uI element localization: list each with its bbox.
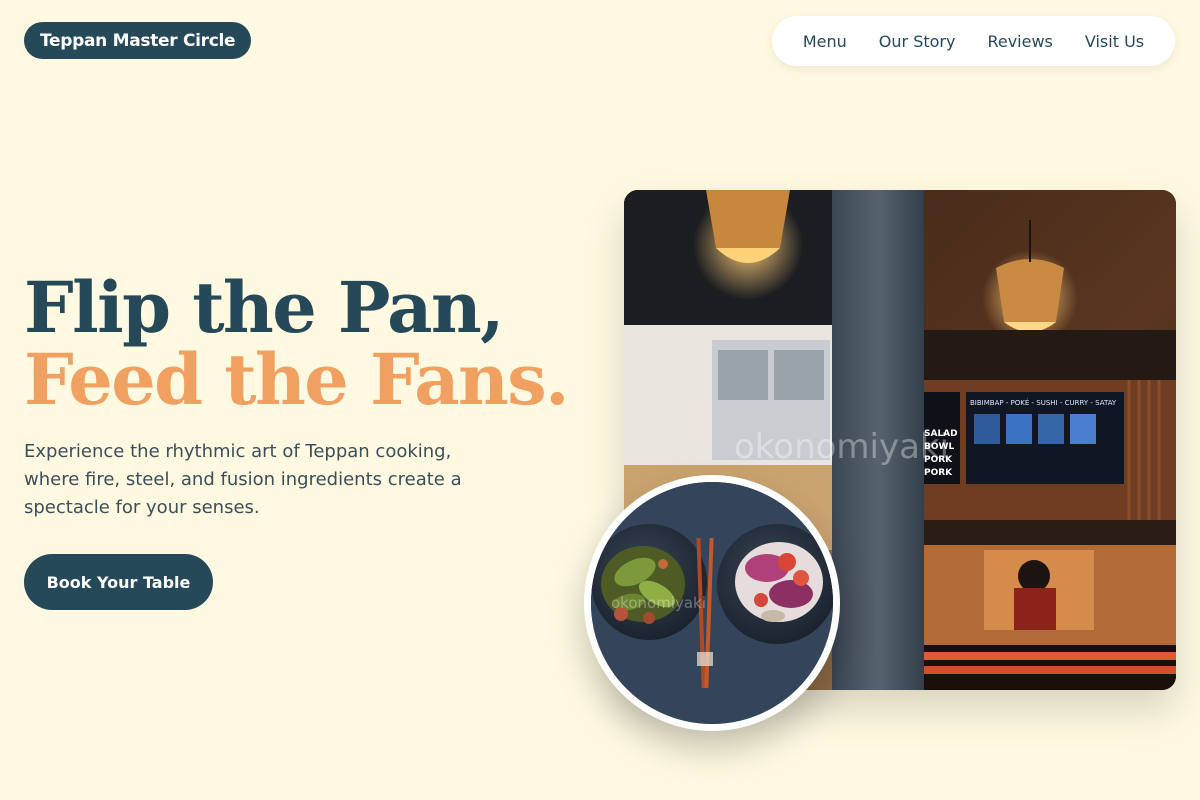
- nav-link-visit-us[interactable]: Visit Us: [1085, 32, 1144, 51]
- book-table-button[interactable]: Book Your Table: [24, 554, 213, 610]
- main-image-watermark: okonomiyaki: [734, 427, 949, 467]
- main-nav: Menu Our Story Reviews Visit Us: [772, 16, 1175, 66]
- round-image-watermark: okonomiyaki: [611, 594, 706, 612]
- brand-logo[interactable]: Teppan Master Circle: [24, 22, 252, 59]
- hero-headline: Flip the Pan, Feed the Fans.: [24, 266, 569, 421]
- nav-link-menu[interactable]: Menu: [803, 32, 847, 51]
- dishes-image: okonomiyaki: [584, 475, 840, 731]
- menu-board-item-pork-2: PORK: [924, 468, 953, 478]
- hero-headline-line1: Flip the Pan,: [24, 266, 505, 349]
- nav-link-our-story[interactable]: Our Story: [879, 32, 956, 51]
- nav-link-reviews[interactable]: Reviews: [987, 32, 1052, 51]
- menu-board-header: BIBIMBAP - POKÉ - SUSHI - CURRY - SATAY: [970, 398, 1117, 407]
- hero-lead-text: Experience the rhythmic art of Teppan co…: [24, 441, 462, 518]
- hero-headline-line2: Feed the Fans.: [24, 338, 569, 421]
